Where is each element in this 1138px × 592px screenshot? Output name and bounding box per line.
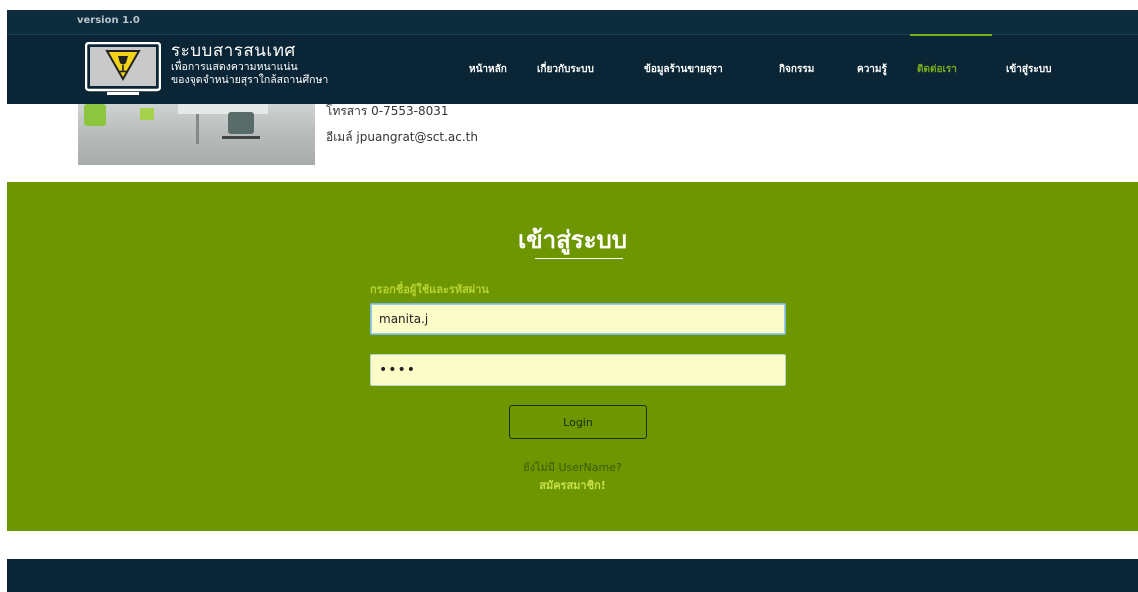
username-input[interactable]: [370, 303, 786, 335]
password-input[interactable]: [370, 354, 786, 386]
version-label: version 1.0: [77, 15, 140, 26]
nav-item-contact[interactable]: ติดต่อเรา: [917, 62, 957, 77]
main-nav: หน้าหลัก เกี่ยวกับระบบ ข้อมูลร้านขายสุรา…: [7, 62, 1138, 82]
no-account-text: ยังไม่มี UserName?: [523, 461, 622, 474]
login-section: เข้าสู่ระบบ กรอกชื่อผู้ใช้และรหัสผ่าน Lo…: [7, 182, 1138, 531]
contact-email: อีเมล์ jpuangrat@sct.ac.th: [326, 130, 478, 144]
nav-item-home[interactable]: หน้าหลัก: [469, 62, 507, 77]
top-navbar: version 1.0 ระบบสารสนเทศ เพื่อการแสดงควา…: [7, 10, 1138, 104]
nav-item-about[interactable]: เกี่ยวกับระบบ: [537, 62, 594, 77]
brand-title: ระบบสารสนเทศ: [171, 41, 296, 61]
nav-active-indicator: [910, 34, 992, 36]
nav-item-shops[interactable]: ข้อมูลร้านขายสุรา: [644, 62, 723, 77]
login-title: เข้าสู่ระบบ: [518, 226, 627, 254]
signup-link[interactable]: สมัครสมาชิก!: [7, 476, 1138, 494]
nav-item-activities[interactable]: กิจกรรม: [779, 62, 814, 77]
footer: [7, 559, 1138, 592]
nav-item-knowledge[interactable]: ความรู้: [857, 62, 887, 77]
nav-item-login[interactable]: เข้าสู่ระบบ: [1006, 62, 1051, 77]
login-button[interactable]: Login: [509, 405, 647, 439]
office-photo: [78, 104, 315, 165]
contact-fax: โทรสาร 0-7553-8031: [326, 104, 449, 118]
version-strip: version 1.0: [7, 10, 1138, 35]
login-hint: กรอกชื่อผู้ใช้และรหัสผ่าน: [370, 283, 489, 296]
title-divider: [535, 258, 623, 259]
